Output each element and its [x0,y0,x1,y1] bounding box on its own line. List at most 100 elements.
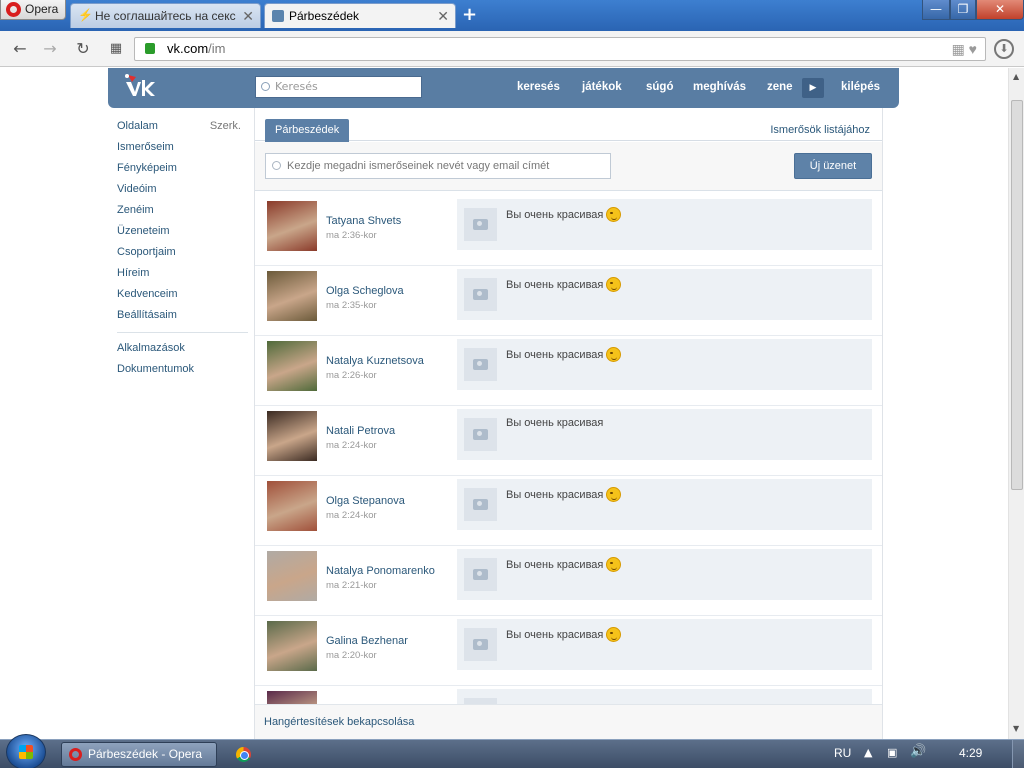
show-desktop-button[interactable] [1012,740,1024,768]
top-link-games[interactable]: játékok [582,68,622,108]
dialog-message-preview[interactable]: Вы очень красивая [457,269,872,320]
browser-tab-inactive[interactable]: ⚡ Не соглашайтесь на секс ✕ [70,3,261,28]
sender-photo-placeholder [464,208,497,241]
bookmark-heart-icon[interactable]: ▦ ♥ [952,38,977,60]
dialog-row[interactable]: Olga Scheglova ma 2:35-kor Вы очень красив… [255,266,882,336]
dialog-message-preview[interactable]: Вы очень красивая [457,339,872,390]
top-link-invite[interactable]: meghívás [693,68,746,108]
avatar[interactable] [267,271,317,321]
dialog-row[interactable]: Natalya Kuznetsova ma 2:26-kor Вы очень кр… [255,336,882,406]
dialog-contact-name[interactable]: Natalya Kuznetsova [326,355,424,367]
start-button[interactable] [6,734,46,768]
network-icon[interactable]: ▣ [887,746,897,759]
scroll-down-arrow-icon[interactable]: ▼ [1013,724,1019,733]
vk-logo-icon[interactable] [122,74,156,100]
top-link-help[interactable]: súgó [646,68,673,108]
address-bar[interactable]: vk.com/im ▦ ♥ [134,37,986,61]
opera-menu-button[interactable]: Opera [0,0,66,20]
top-link-music[interactable]: zene [767,68,793,108]
avatar[interactable] [267,411,317,461]
sidebar-item-documents[interactable]: Dokumentumok [117,359,248,380]
dialog-message-preview[interactable] [457,689,872,704]
dialog-timestamp: ma 2:24-kor [326,510,377,521]
tab-dialogs[interactable]: Párbeszédek [265,119,350,142]
dialog-message-preview[interactable]: Вы очень красивая [457,619,872,670]
sidebar-item-news[interactable]: Híreim [117,263,248,284]
dialog-message-preview[interactable]: Вы очень красивая [457,549,872,600]
dialog-contact-name[interactable]: Tatyana Shvets [326,215,401,227]
sidebar-edit-link[interactable]: Szerk. [210,116,241,137]
volume-icon[interactable]: 🔊 [910,744,926,759]
sidebar-item-friends[interactable]: Ismerőseim [117,137,248,158]
minimize-button[interactable]: — [922,0,950,20]
vk-search-input[interactable]: Keresés [255,76,422,98]
sidebar-item-messages[interactable]: Üzeneteim [117,221,248,242]
download-icon[interactable]: ⬇ [994,39,1014,59]
page-scrollbar[interactable]: ▲ ▼ [1008,68,1024,739]
system-clock[interactable]: 4:29 [959,740,982,767]
close-tab-icon[interactable]: ✕ [437,4,449,28]
maximize-button[interactable]: ❐ [950,0,976,20]
recipient-search-input[interactable]: Kezdje megadni ismerőseinek nevét vagy e… [265,153,611,179]
avatar[interactable] [267,551,317,601]
opera-logo-icon [69,748,82,761]
dialog-contact-name[interactable]: Natali Petrova [326,425,395,437]
friends-list-link[interactable]: Ismerősök listájához [770,124,870,136]
dialog-row[interactable]: Tatyana Shvets ma 2:36-kor Вы очень красив… [255,196,882,266]
sound-notifications-toggle[interactable]: Hangértesítések bekapcsolása [264,716,414,728]
top-link-logout[interactable]: kilépés [841,68,880,108]
sidebar-item-bookmarks[interactable]: Kedvenceim [117,284,248,305]
avatar[interactable] [267,201,317,251]
dialog-contact-name[interactable]: Galina Bezhenar [326,635,408,647]
close-tab-icon[interactable]: ✕ [242,4,254,28]
tray-expand-icon[interactable]: ▲ [864,746,872,759]
windows-logo-icon [19,745,33,759]
close-window-button[interactable]: ✕ [976,0,1024,20]
avatar[interactable] [267,481,317,531]
dialog-message-preview[interactable]: Вы очень красивая [457,199,872,250]
new-tab-button[interactable]: + [462,6,477,24]
avatar[interactable] [267,341,317,391]
message-text-wrapper: Вы очень красивая [506,277,622,292]
forward-arrow-icon[interactable]: → [40,39,60,59]
play-music-icon[interactable]: ▶ [802,78,824,98]
dialog-message-preview[interactable]: Вы очень красивая [457,409,872,460]
taskbar-chrome[interactable] [224,742,262,767]
new-message-button[interactable]: Új üzenet [794,153,872,179]
dialog-row[interactable]: Natalya Ponomarenko ma 2:21-kor Вы очень к… [255,546,882,616]
opera-menu-label: Opera [25,2,59,16]
dialog-message-preview[interactable]: Вы очень красивая [457,479,872,530]
dialog-row[interactable]: Olga Stepanova ma 2:24-kor Вы очень красив… [255,476,882,546]
sidebar-item-apps[interactable]: Alkalmazások [117,338,248,359]
taskbar-opera-window[interactable]: Párbeszédek - Opera [61,742,217,767]
avatar[interactable] [267,621,317,671]
sidebar-item-settings[interactable]: Beállításaim [117,305,248,326]
back-arrow-icon[interactable]: ← [10,39,30,59]
sidebar-item-videos[interactable]: Videóim [117,179,248,200]
avatar[interactable] [267,691,317,704]
dialog-row[interactable] [255,686,882,704]
dialog-contact-name[interactable]: Olga Stepanova [326,495,405,507]
sidebar-item-photos[interactable]: Fényképeim [117,158,248,179]
browser-titlebar: Opera ⚡ Не соглашайтесь на секс ✕ Párbes… [0,0,1024,31]
browser-tab-active[interactable]: Párbeszédek ✕ [264,3,456,28]
messages-panel: Párbeszédek Ismerősök listájához Kezdje … [254,108,883,739]
reload-icon[interactable]: ↻ [73,39,93,59]
language-indicator[interactable]: RU [834,740,851,767]
message-text: Вы очень красивая [506,489,604,501]
wink-emoji-icon [606,557,622,572]
dialog-row[interactable]: Natali Petrova ma 2:24-kor Вы очень красив… [255,406,882,476]
dialog-contact-name[interactable]: Olga Scheglova [326,285,404,297]
left-sidebar-menu: Oldalam Szerk. Ismerőseim Fényképeim Vid… [117,116,248,380]
scroll-up-arrow-icon[interactable]: ▲ [1013,72,1019,81]
sidebar-item-music[interactable]: Zenéim [117,200,248,221]
dialog-contact-name[interactable]: Natalya Ponomarenko [326,565,435,577]
top-link-search[interactable]: keresés [517,68,560,108]
sidebar-item-my-page[interactable]: Oldalam Szerk. [117,116,248,137]
speed-dial-grid-icon[interactable]: ▦ [106,39,126,59]
dialog-row[interactable]: Galina Bezhenar ma 2:20-kor Вы очень краси… [255,616,882,686]
recipient-placeholder: Kezdje megadni ismerőseinek nevét vagy e… [287,160,550,172]
scrollbar-thumb[interactable] [1011,100,1023,490]
sidebar-item-groups[interactable]: Csoportjaim [117,242,248,263]
message-text-wrapper: Вы очень красивая [506,417,603,429]
